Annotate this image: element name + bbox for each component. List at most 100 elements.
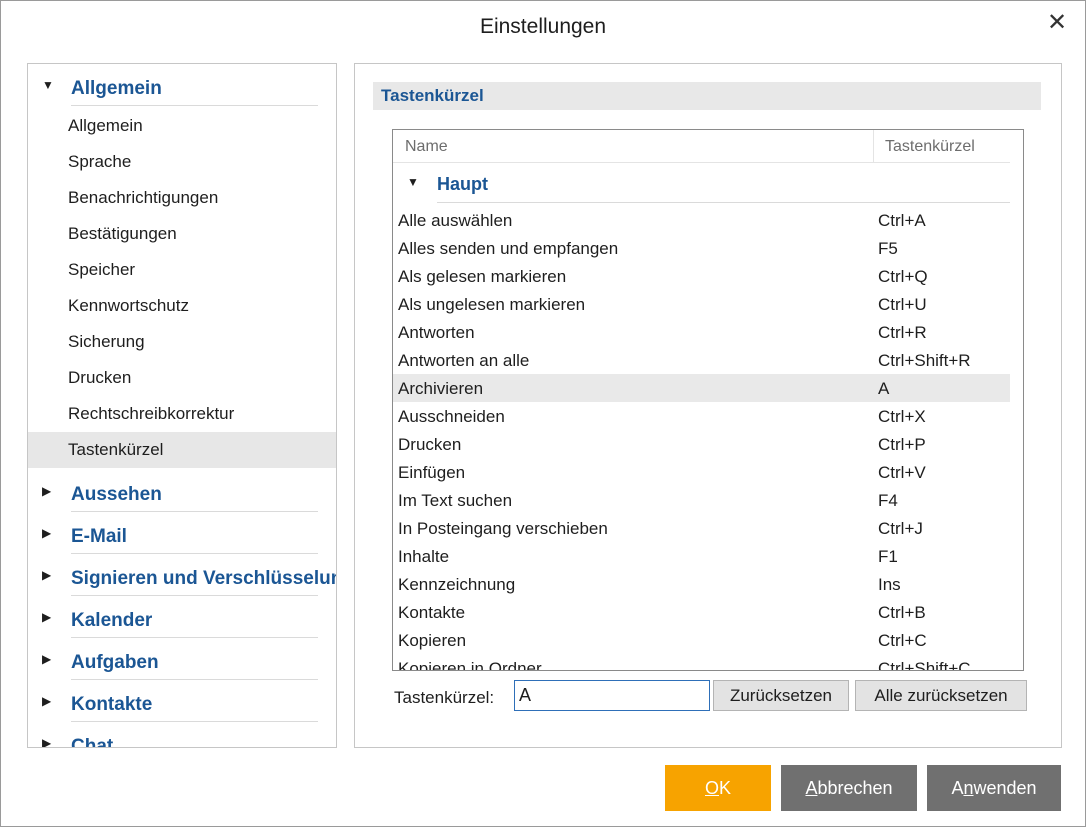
shortcut-row[interactable]: In Posteingang verschieben Ctrl+J bbox=[393, 514, 1010, 542]
shortcuts-panel: Tastenkürzel Name Tastenkürzel ▼ Haupt A… bbox=[354, 63, 1062, 748]
dialog-title: Einstellungen bbox=[479, 15, 607, 38]
tree-item[interactable]: Sicherung bbox=[28, 324, 336, 360]
tree-item[interactable]: Speicher bbox=[28, 252, 336, 288]
command-shortcut: Ctrl+U bbox=[878, 295, 927, 314]
tree-group-4[interactable]: ▶ Kalender bbox=[28, 596, 336, 638]
list-group-haupt[interactable]: ▼ Haupt bbox=[393, 163, 1010, 203]
shortcut-field-label: Tastenkürzel: bbox=[394, 688, 495, 707]
tree-item[interactable]: Allgemein bbox=[28, 108, 336, 144]
cancel-button[interactable]: Abbrechen bbox=[781, 765, 917, 811]
command-name: Im Text suchen bbox=[398, 491, 513, 510]
list-scrollbar[interactable] bbox=[1011, 130, 1023, 670]
expand-triangle-icon[interactable]: ▶ bbox=[42, 736, 51, 747]
settings-dialog: Einstellungen ✕ ▼ Allgemein Allgemein Sprac… bbox=[0, 0, 1086, 827]
tree-item[interactable]: Kennwortschutz bbox=[28, 288, 336, 324]
command-shortcut: Ctrl+P bbox=[878, 435, 926, 454]
tree-group-3[interactable]: ▶ Signieren und Verschlüsselung bbox=[28, 554, 336, 596]
column-divider[interactable] bbox=[873, 130, 874, 162]
reset-button[interactable]: Zurücksetzen bbox=[713, 680, 849, 711]
column-header-shortcut[interactable]: Tastenkürzel bbox=[885, 138, 975, 156]
command-shortcut: Ctrl+A bbox=[878, 211, 926, 230]
shortcut-row[interactable]: Kopieren Ctrl+C bbox=[393, 626, 1010, 654]
shortcut-row[interactable]: Ausschneiden Ctrl+X bbox=[393, 402, 1010, 430]
tree-group-0[interactable]: ▼ Allgemein bbox=[28, 64, 336, 106]
shortcut-row[interactable]: Drucken Ctrl+P bbox=[393, 430, 1010, 458]
expand-triangle-icon[interactable]: ▶ bbox=[42, 652, 51, 666]
close-icon[interactable]: ✕ bbox=[1045, 9, 1069, 37]
tree-item[interactable]: Rechtschreibkorrektur bbox=[28, 396, 336, 432]
command-name: Kontakte bbox=[398, 603, 466, 622]
shortcut-row[interactable]: Inhalte F1 bbox=[393, 542, 1010, 570]
command-name: Archivieren bbox=[398, 379, 484, 398]
shortcut-row[interactable]: Kennzeichnung Ins bbox=[393, 570, 1010, 598]
apply-button[interactable]: Anwenden bbox=[927, 765, 1061, 811]
tree-group-label: Chat bbox=[71, 736, 114, 748]
command-name: Einfügen bbox=[398, 463, 466, 482]
tree-item[interactable]: Bestätigungen bbox=[28, 216, 336, 252]
expand-triangle-icon[interactable]: ▶ bbox=[42, 568, 51, 582]
command-shortcut: Ctrl+B bbox=[878, 603, 926, 622]
command-name: Kopieren in Ordner bbox=[398, 659, 542, 671]
command-shortcut: Ctrl+C bbox=[878, 631, 927, 650]
section-title: Tastenkürzel bbox=[381, 86, 484, 105]
command-shortcut: F1 bbox=[878, 547, 898, 566]
list-group-label: Haupt bbox=[437, 174, 488, 194]
shortcut-row[interactable]: Als gelesen markieren Ctrl+Q bbox=[393, 262, 1010, 290]
tree-group-label: Aufgaben bbox=[71, 652, 159, 673]
expand-triangle-icon[interactable]: ▶ bbox=[42, 526, 51, 540]
reset-all-button[interactable]: Alle zurücksetzen bbox=[855, 680, 1027, 711]
command-name: Antworten an alle bbox=[398, 351, 530, 370]
command-name: Ausschneiden bbox=[398, 407, 505, 426]
shortcut-row[interactable]: Alles senden und empfangen F5 bbox=[393, 234, 1010, 262]
expand-triangle-icon[interactable]: ▶ bbox=[42, 484, 51, 498]
column-header-name[interactable]: Name bbox=[405, 138, 448, 156]
tree-group-5[interactable]: ▶ Aufgaben bbox=[28, 638, 336, 680]
command-shortcut: Ctrl+J bbox=[878, 519, 923, 538]
shortcut-row[interactable]: Im Text suchen F4 bbox=[393, 486, 1010, 514]
collapse-triangle-icon[interactable]: ▼ bbox=[42, 78, 54, 92]
shortcut-row[interactable]: Antworten Ctrl+R bbox=[393, 318, 1010, 346]
command-shortcut: Ctrl+V bbox=[878, 463, 926, 482]
shortcut-row[interactable]: Alle auswählen Ctrl+A bbox=[393, 206, 1010, 234]
expand-triangle-icon[interactable]: ▼ bbox=[407, 175, 419, 189]
tree-item[interactable]: Drucken bbox=[28, 360, 336, 396]
command-name: Inhalte bbox=[398, 547, 450, 566]
shortcut-list[interactable]: Name Tastenkürzel ▼ Haupt Alle auswählen… bbox=[392, 129, 1024, 671]
expand-triangle-icon[interactable]: ▶ bbox=[42, 694, 51, 708]
command-shortcut: F4 bbox=[878, 491, 898, 510]
shortcut-row[interactable]: Antworten an alle Ctrl+Shift+R bbox=[393, 346, 1010, 374]
command-shortcut: Ctrl+X bbox=[878, 407, 926, 426]
shortcut-row[interactable]: Kontakte Ctrl+B bbox=[393, 598, 1010, 626]
settings-tree: ▼ Allgemein Allgemein Sprache Benachrichtigu… bbox=[27, 63, 337, 748]
command-name: Als ungelesen markieren bbox=[398, 295, 586, 314]
command-shortcut: F5 bbox=[878, 239, 898, 258]
tree-group-7[interactable]: ▶ Chat bbox=[28, 722, 336, 748]
group-divider bbox=[437, 202, 1010, 203]
command-name: Alle auswählen bbox=[398, 211, 513, 230]
command-name: Kennzeichnung bbox=[398, 575, 516, 594]
shortcut-row[interactable]: Kopieren in Ordner Ctrl+Shift+C bbox=[393, 654, 1010, 671]
section-header: Tastenkürzel bbox=[373, 82, 1041, 110]
ok-button[interactable]: OK bbox=[665, 765, 771, 811]
command-shortcut: A bbox=[878, 379, 890, 398]
command-name: Drucken bbox=[398, 435, 462, 454]
shortcut-row[interactable]: Archivieren A bbox=[393, 374, 1010, 402]
command-name: Als gelesen markieren bbox=[398, 267, 567, 286]
tree-item[interactable]: Sprache bbox=[28, 144, 336, 180]
tree-subitems: Allgemein Sprache Benachrichtigungen Bestät… bbox=[28, 106, 336, 470]
expand-triangle-icon[interactable]: ▶ bbox=[42, 610, 51, 624]
command-name: Antworten bbox=[398, 323, 475, 342]
command-shortcut: Ins bbox=[878, 575, 901, 594]
tree-group-2[interactable]: ▶ E-Mail bbox=[28, 512, 336, 554]
shortcut-input[interactable]: A bbox=[514, 680, 710, 711]
tree-item[interactable]: Benachrichtigungen bbox=[28, 180, 336, 216]
tree-item[interactable]: Tastenkürzel bbox=[28, 432, 336, 468]
tree-group-6[interactable]: ▶ Kontakte bbox=[28, 680, 336, 722]
list-header: Name Tastenkürzel bbox=[393, 130, 1010, 163]
shortcut-row[interactable]: Als ungelesen markieren Ctrl+U bbox=[393, 290, 1010, 318]
command-shortcut: Ctrl+R bbox=[878, 323, 927, 342]
tree-group-1[interactable]: ▶ Aussehen bbox=[28, 470, 336, 512]
shortcut-row[interactable]: Einfügen Ctrl+V bbox=[393, 458, 1010, 486]
command-shortcut: Ctrl+Shift+R bbox=[878, 351, 971, 370]
tree-group-label: Kalender bbox=[71, 610, 153, 631]
